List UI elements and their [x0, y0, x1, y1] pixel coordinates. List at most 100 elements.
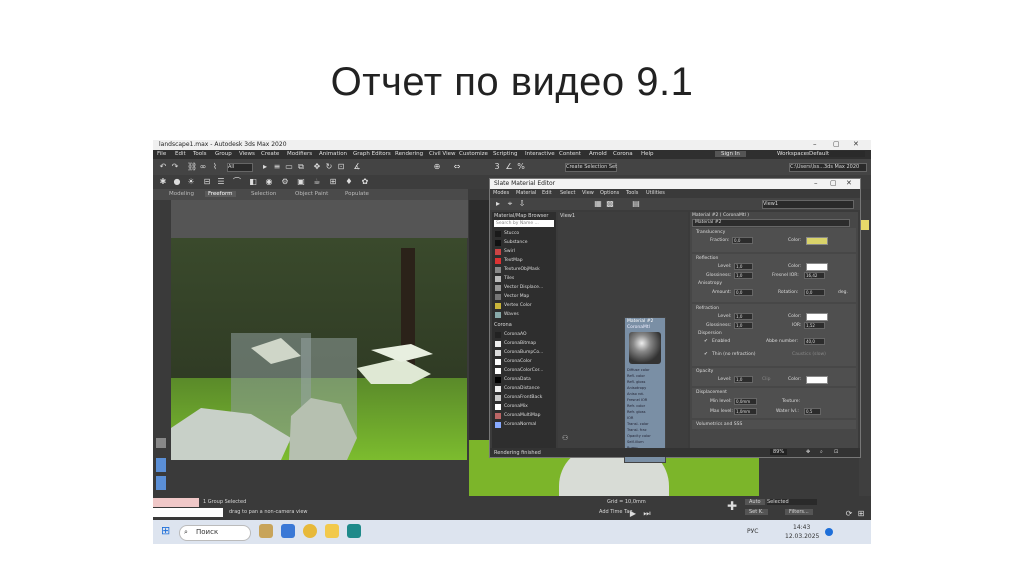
- list-item[interactable]: CoronaDistance: [494, 385, 554, 393]
- menu-scripting[interactable]: Scripting: [493, 151, 517, 157]
- layers-icon[interactable]: ☰: [217, 178, 225, 186]
- filters-button[interactable]: Filters...: [785, 509, 813, 515]
- selection-filter-dropdown[interactable]: All: [227, 163, 253, 172]
- add-time-tag-button[interactable]: Add Time Tag: [599, 509, 633, 515]
- material-editor-icon[interactable]: ◉: [265, 178, 273, 186]
- file-explorer-icon[interactable]: [325, 524, 339, 538]
- atmosphere-icon[interactable]: ✿: [361, 178, 369, 186]
- reflection-color-swatch[interactable]: [806, 263, 828, 271]
- list-item[interactable]: Vector Displace...: [494, 284, 554, 292]
- refl-level-spinner[interactable]: 1,0: [734, 263, 753, 270]
- select-object-icon[interactable]: ▸: [261, 163, 269, 171]
- sme-put-icon[interactable]: ⇩: [518, 200, 526, 208]
- tab-freeform[interactable]: Freeform: [205, 191, 236, 197]
- material-node[interactable]: Material #2 CoronaMtl Diffuse color Refl…: [624, 317, 666, 463]
- abbe-spinner[interactable]: 40,0: [804, 338, 825, 345]
- snaps-3-icon[interactable]: 3: [493, 163, 501, 171]
- sme-show-map-icon[interactable]: ▦: [594, 200, 602, 208]
- rectangular-selection-icon[interactable]: ▭: [285, 163, 293, 171]
- edge-icon[interactable]: [281, 524, 295, 538]
- list-item[interactable]: CoronaFrontBack: [494, 394, 554, 402]
- menu-create[interactable]: Create: [261, 151, 279, 157]
- sme-menu-edit[interactable]: Edit: [542, 190, 552, 196]
- render-setup-icon[interactable]: ⚙: [281, 178, 289, 186]
- list-item[interactable]: Vertex Color: [494, 302, 554, 310]
- volumetrics-rollout[interactable]: Volumetrics and SSS: [692, 420, 856, 429]
- layout-tab-3[interactable]: [156, 476, 166, 490]
- navigator-icon[interactable]: ⚇: [562, 434, 568, 442]
- lights-icon[interactable]: ☀: [187, 178, 195, 186]
- pan-icon[interactable]: ✥: [806, 449, 810, 455]
- maximize-icon[interactable]: ▢: [833, 140, 840, 148]
- list-item[interactable]: Vector Map: [494, 293, 554, 301]
- language-indicator[interactable]: РУС: [747, 528, 758, 535]
- node-slot[interactable]: IOR: [627, 416, 633, 420]
- list-item[interactable]: CoronaBitmap: [494, 340, 554, 348]
- redo-icon[interactable]: ↷: [171, 163, 179, 171]
- render-frame-icon[interactable]: ▣: [297, 178, 305, 186]
- fraction-spinner[interactable]: 0,0: [732, 237, 753, 244]
- taskbar-search-input[interactable]: ⌕ Поиск: [179, 525, 251, 541]
- node-slot[interactable]: Transl. color: [627, 422, 649, 426]
- sme-close-icon[interactable]: ✕: [846, 179, 852, 187]
- align-icon[interactable]: ⊟: [203, 178, 211, 186]
- pivot-icon[interactable]: ⊕: [433, 163, 441, 171]
- ior-spinner[interactable]: 1,52: [804, 322, 825, 329]
- list-item[interactable]: Swirl: [494, 248, 554, 256]
- opacity-color-swatch[interactable]: [806, 376, 828, 384]
- list-item[interactable]: CoronaColorCor...: [494, 367, 554, 375]
- list-item[interactable]: CoronaMultiMap: [494, 412, 554, 420]
- node-slot[interactable]: Fresnel IOR: [627, 398, 647, 402]
- list-item[interactable]: TextMap: [494, 257, 554, 265]
- move-icon[interactable]: ✥: [313, 163, 321, 171]
- orbit-icon[interactable]: ⟳: [845, 510, 853, 518]
- percent-snap-icon[interactable]: %: [517, 163, 525, 171]
- list-item[interactable]: CoronaNormal: [494, 421, 554, 429]
- node-slot[interactable]: Refr. gloss: [627, 410, 645, 414]
- menu-rendering[interactable]: Rendering: [395, 151, 423, 157]
- corona-group-header[interactable]: Corona: [494, 322, 512, 328]
- node-slot[interactable]: Aniso rot.: [627, 392, 644, 396]
- list-item[interactable]: Waves: [494, 311, 554, 319]
- list-item[interactable]: Tiles: [494, 275, 554, 283]
- sme-pick-icon[interactable]: ⌖: [506, 200, 514, 208]
- min-level-spinner[interactable]: 0,0mm: [734, 398, 757, 405]
- scale-icon[interactable]: ⊡: [337, 163, 345, 171]
- list-item[interactable]: TextureObjMask: [494, 266, 554, 274]
- list-item[interactable]: Stucco: [494, 230, 554, 238]
- sme-menu-material[interactable]: Material: [516, 190, 536, 196]
- curve-editor-icon[interactable]: ⌒: [233, 178, 241, 186]
- render-icon[interactable]: ☕: [313, 178, 321, 186]
- sme-background-icon[interactable]: ▩: [606, 200, 614, 208]
- bind-space-warp-icon[interactable]: ⌇: [211, 163, 219, 171]
- 3ds-max-icon[interactable]: [347, 524, 361, 538]
- tab-selection[interactable]: Selection: [251, 191, 276, 197]
- sme-menu-options[interactable]: Options: [600, 190, 619, 196]
- zoom-icon[interactable]: ⌕: [820, 449, 823, 455]
- zoom-dropdown[interactable]: 89%: [770, 449, 788, 455]
- sme-menu-tools[interactable]: Tools: [626, 190, 638, 196]
- layout-tab-1[interactable]: [156, 438, 166, 448]
- snap-toggle-icon[interactable]: ∡: [353, 163, 361, 171]
- list-item[interactable]: CoronaColor: [494, 358, 554, 366]
- project-path-dropdown[interactable]: C:\Users\Iss...3ds Max 2020: [789, 163, 867, 172]
- dispersion-enabled-checkbox[interactable]: ✔: [704, 339, 708, 344]
- node-slot[interactable]: Transl. frac: [627, 428, 647, 432]
- menu-file[interactable]: File: [157, 151, 166, 157]
- window-crossing-icon[interactable]: ⧉: [297, 163, 305, 171]
- angle-snap-icon[interactable]: ∠: [505, 163, 513, 171]
- menu-customize[interactable]: Customize: [459, 151, 488, 157]
- select-by-name-icon[interactable]: ≡: [273, 163, 281, 171]
- material-name-field[interactable]: Material #2: [692, 219, 850, 227]
- sign-in-button[interactable]: Sign In: [715, 151, 746, 157]
- maxscript-input[interactable]: [153, 508, 223, 517]
- translucency-color-swatch[interactable]: [806, 237, 828, 245]
- node-slot[interactable]: Self-illum: [627, 440, 644, 444]
- layout-tab-2[interactable]: [156, 458, 166, 472]
- unlink-icon[interactable]: ∞: [199, 163, 207, 171]
- undo-icon[interactable]: ↶: [159, 163, 167, 171]
- tab-populate[interactable]: Populate: [345, 191, 369, 197]
- refraction-color-swatch[interactable]: [806, 313, 828, 321]
- opacity-level-spinner[interactable]: 1,0: [734, 376, 753, 383]
- menu-views[interactable]: Views: [239, 151, 255, 157]
